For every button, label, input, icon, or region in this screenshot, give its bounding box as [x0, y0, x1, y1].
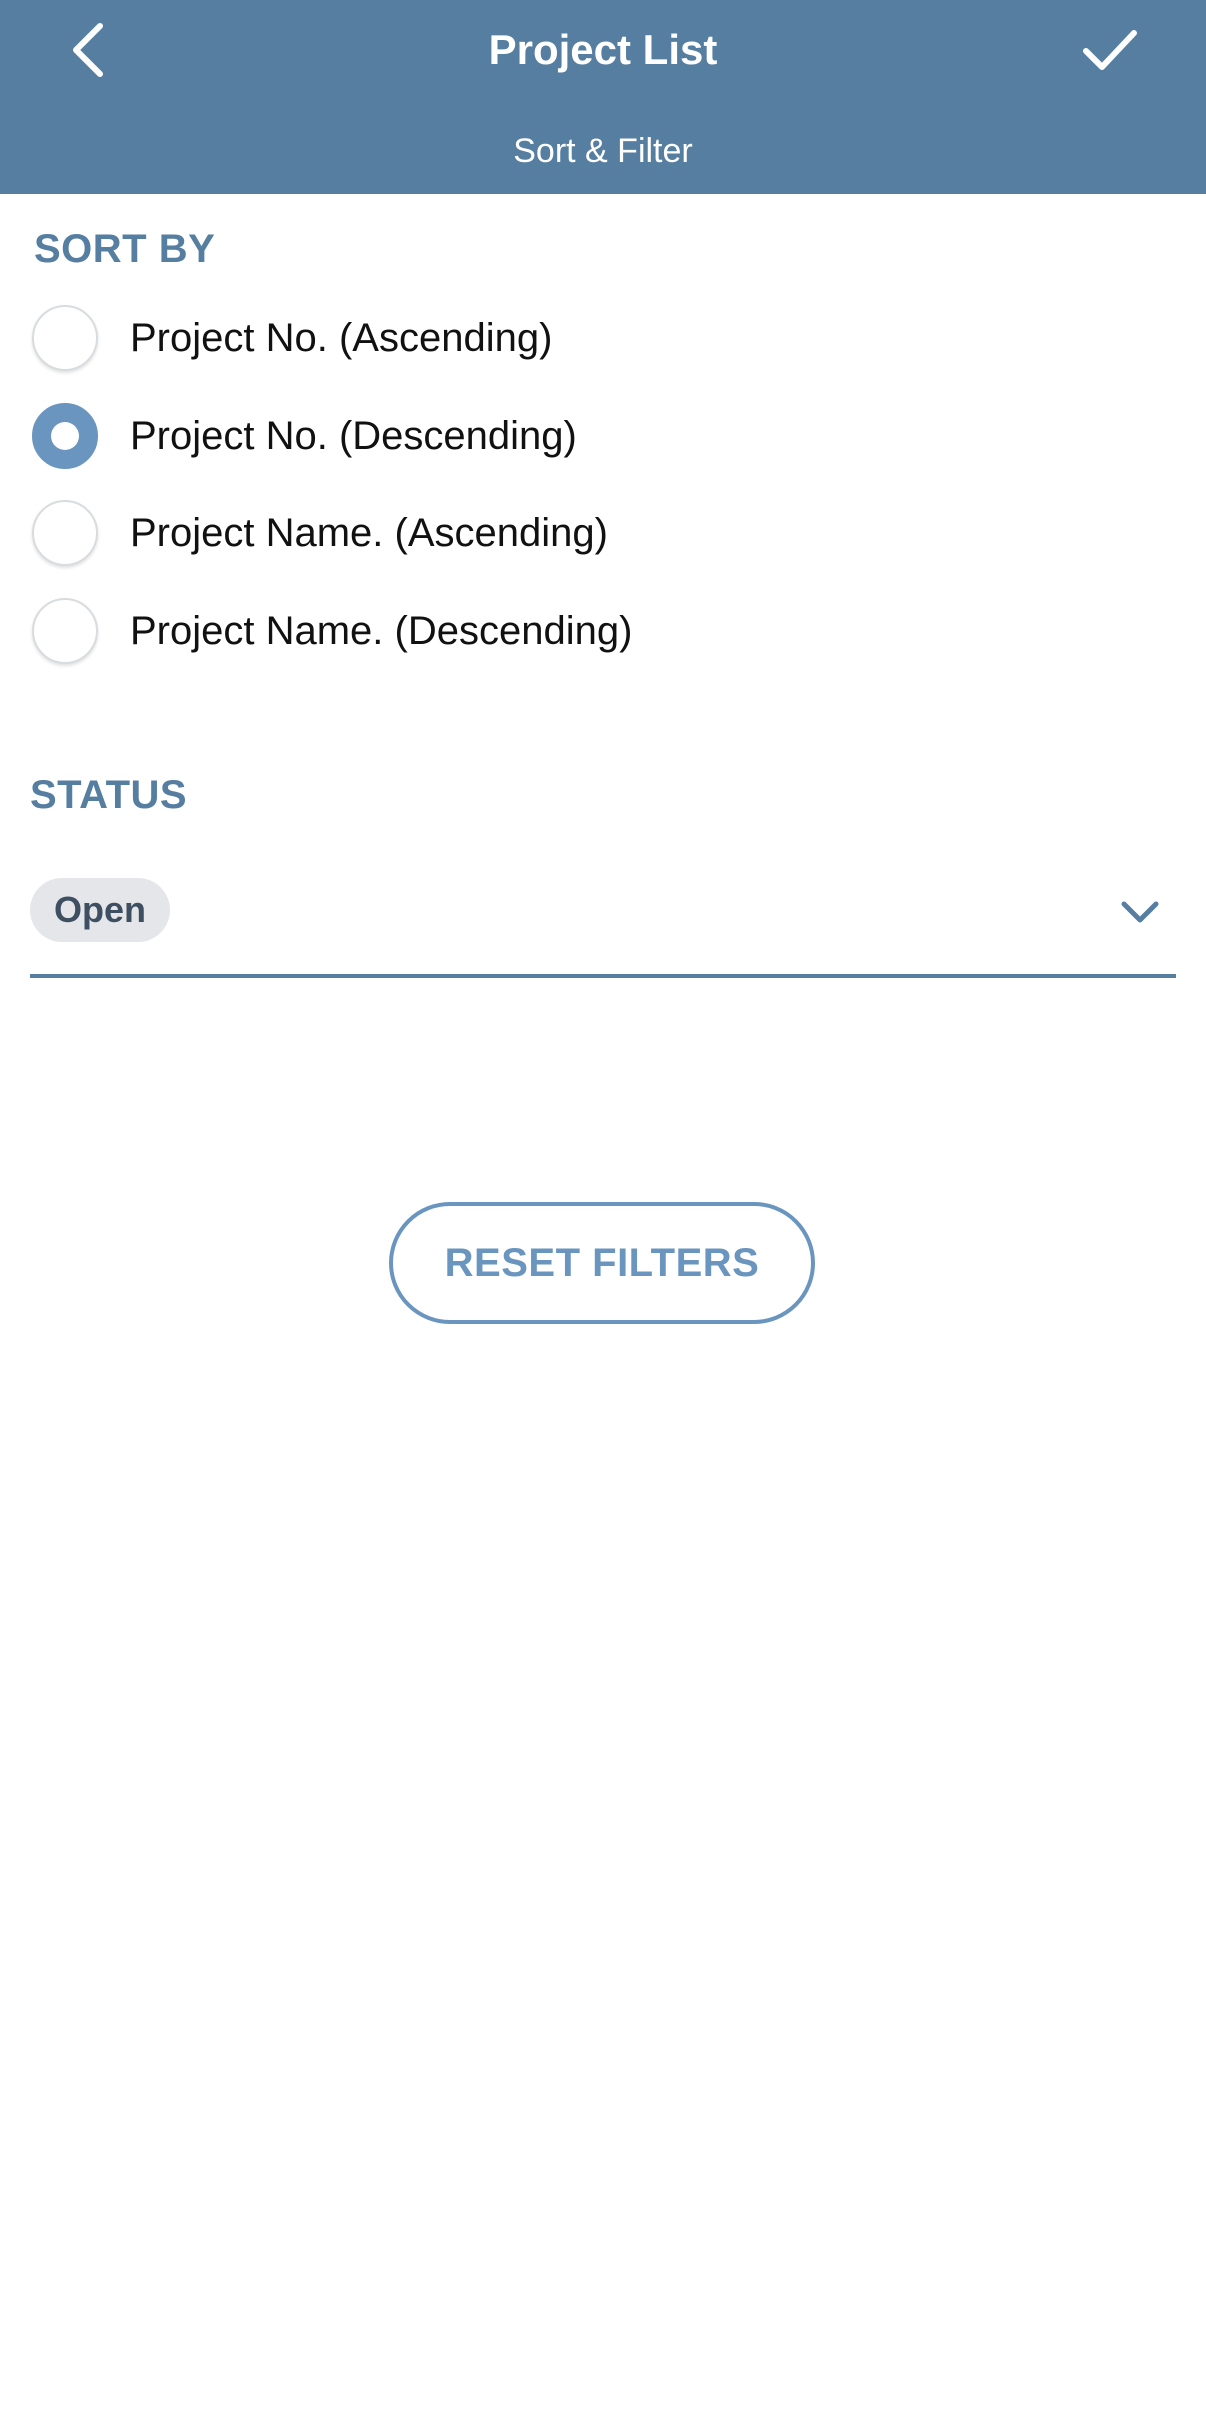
sort-by-label: SORT BY: [34, 227, 216, 271]
sort-option-label: Project No. (Descending): [130, 414, 577, 458]
status-label: STATUS: [30, 773, 188, 817]
radio-button[interactable]: [32, 598, 98, 664]
confirm-button[interactable]: [1070, 14, 1150, 86]
status-chip-open[interactable]: Open: [30, 878, 171, 942]
page-subtitle: Sort & Filter: [513, 132, 693, 170]
page-title: Project List: [488, 26, 718, 73]
radio-button-selected[interactable]: [32, 403, 98, 469]
sort-option-project-no-asc[interactable]: Project No. (Ascending): [32, 302, 1132, 374]
chevron-down-icon[interactable]: [1114, 886, 1166, 938]
status-dropdown[interactable]: Open: [30, 866, 1176, 978]
radio-button[interactable]: [32, 500, 98, 566]
reset-filters-button[interactable]: RESET FILTERS: [389, 1202, 815, 1324]
sort-option-project-name-asc[interactable]: Project Name. (Ascending): [32, 497, 1132, 569]
header-bar: Project List Sort & Filter: [0, 0, 1206, 194]
sort-option-label: Project No. (Ascending): [130, 316, 553, 360]
sort-option-project-name-desc[interactable]: Project Name. (Descending): [32, 595, 1132, 667]
sort-option-label: Project Name. (Descending): [130, 609, 633, 653]
checkmark-icon: [1083, 30, 1137, 70]
sort-option-project-no-desc[interactable]: Project No. (Descending): [32, 400, 1132, 472]
radio-button[interactable]: [32, 305, 98, 371]
sort-option-label: Project Name. (Ascending): [130, 511, 608, 555]
